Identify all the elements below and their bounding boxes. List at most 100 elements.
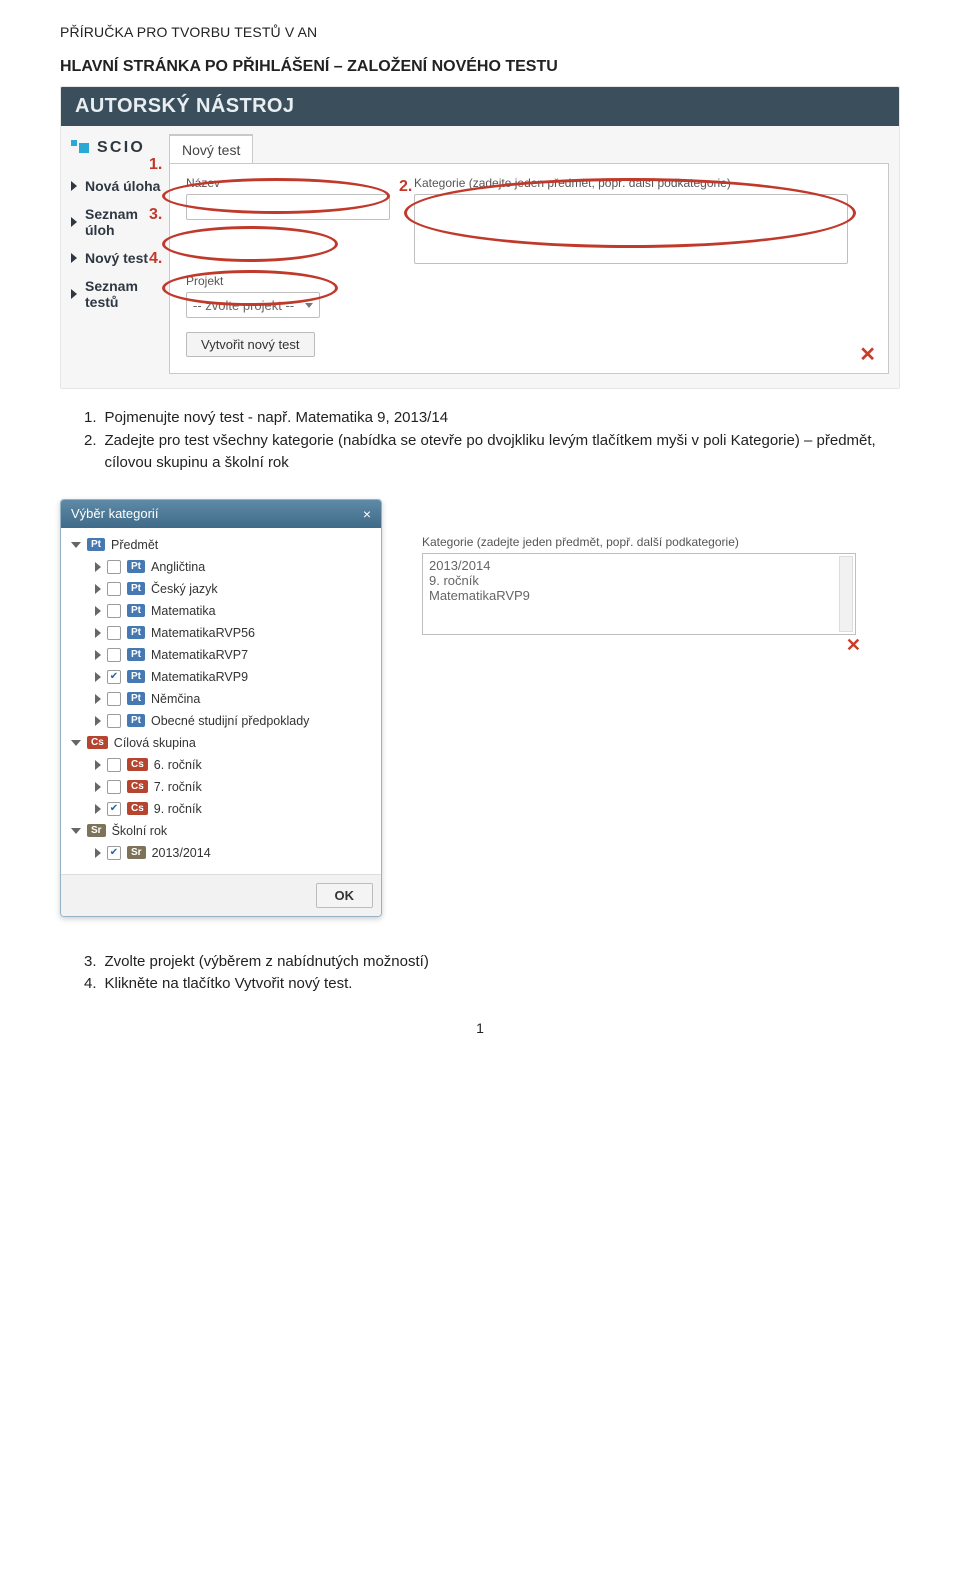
chevron-down-icon bbox=[71, 542, 81, 548]
tree-item-label: 6. ročník bbox=[154, 758, 202, 772]
tree-item[interactable]: PtČeský jazyk bbox=[67, 578, 375, 600]
category-line: 9. ročník bbox=[429, 573, 849, 588]
checkbox[interactable] bbox=[107, 692, 121, 706]
category-tag: Pt bbox=[127, 626, 145, 639]
chevron-right-icon bbox=[95, 782, 101, 792]
tree-item[interactable]: Cs 7. ročník bbox=[67, 776, 375, 798]
page-number: 1 bbox=[60, 1020, 900, 1036]
chevron-down-icon bbox=[71, 740, 81, 746]
category-tag: Cs bbox=[87, 736, 108, 749]
category-tag: Pt bbox=[127, 560, 145, 573]
tree-item-label: 9. ročník bbox=[154, 802, 202, 816]
chevron-right-icon bbox=[95, 606, 101, 616]
category-input[interactable] bbox=[414, 194, 848, 264]
category-line: MatematikaRVP9 bbox=[429, 588, 849, 603]
tree-group[interactable]: PtPředmět bbox=[67, 534, 375, 556]
category-tag: Pt bbox=[127, 648, 145, 661]
category-tag: Pt bbox=[127, 604, 145, 617]
checkbox[interactable] bbox=[107, 714, 121, 728]
tree-item[interactable]: PtMatematikaRVP7 bbox=[67, 644, 375, 666]
category-result-box[interactable]: 2013/2014 9. ročník MatematikaRVP9 ✕ bbox=[422, 553, 856, 635]
category-tag: Cs bbox=[127, 780, 148, 793]
chevron-right-icon bbox=[95, 628, 101, 638]
dialog-title: Výběr kategorií bbox=[71, 506, 158, 521]
sidebar-item-new-task[interactable]: Nová úloha bbox=[71, 172, 169, 200]
category-tag: Sr bbox=[127, 846, 146, 859]
tree-item[interactable]: Pt Angličtina bbox=[67, 556, 375, 578]
chevron-right-icon bbox=[95, 716, 101, 726]
logo-text: SCIO bbox=[97, 139, 145, 157]
callout-3: 3. bbox=[149, 206, 162, 224]
chevron-right-icon bbox=[95, 584, 101, 594]
tree-group[interactable]: SrŠkolní rok bbox=[67, 820, 375, 842]
checkbox[interactable] bbox=[107, 780, 121, 794]
category-tag: Pt bbox=[127, 692, 145, 705]
checkbox[interactable] bbox=[107, 670, 121, 684]
tree-item[interactable]: Pt MatematikaRVP56 bbox=[67, 622, 375, 644]
checkbox[interactable] bbox=[107, 626, 121, 640]
ok-button[interactable]: OK bbox=[316, 883, 374, 908]
tree-group[interactable]: Cs Cílová skupina bbox=[67, 732, 375, 754]
tree-item[interactable]: Pt Obecné studijní předpoklady bbox=[67, 710, 375, 732]
tree-item-label: Angličtina bbox=[151, 560, 205, 574]
tree-item-label: 2013/2014 bbox=[152, 846, 211, 860]
tree-item[interactable]: Sr 2013/2014 bbox=[67, 842, 375, 864]
tree-item[interactable]: PtMatematikaRVP9 bbox=[67, 666, 375, 688]
checkbox[interactable] bbox=[107, 648, 121, 662]
tree-item-label: Němčina bbox=[151, 692, 200, 706]
category-tag: Cs bbox=[127, 802, 148, 815]
tab-new-test[interactable]: Nový test bbox=[169, 134, 253, 164]
chevron-right-icon bbox=[95, 672, 101, 682]
chevron-right-icon bbox=[95, 694, 101, 704]
tree-item-label: Matematika bbox=[151, 604, 216, 618]
tree-item[interactable]: Pt Němčina bbox=[67, 688, 375, 710]
category-tag: Pt bbox=[127, 714, 145, 727]
tree-item-label: MatematikaRVP56 bbox=[151, 626, 255, 640]
tree-item-label: Obecné studijní předpoklady bbox=[151, 714, 309, 728]
label-project: Projekt bbox=[186, 274, 320, 288]
delete-icon[interactable]: ✕ bbox=[846, 635, 861, 656]
callout-4: 4. bbox=[149, 250, 162, 268]
sidebar-item-test-list[interactable]: Seznam testů bbox=[71, 272, 169, 316]
name-input[interactable] bbox=[186, 194, 390, 220]
chevron-right-icon bbox=[95, 848, 101, 858]
scrollbar[interactable] bbox=[839, 556, 853, 632]
tree-item-label: MatematikaRVP9 bbox=[151, 670, 248, 684]
instructions-1: 1.Pojmenujte nový test - např. Matematik… bbox=[84, 407, 900, 475]
project-select[interactable]: -- zvolte projekt -- bbox=[186, 292, 320, 318]
category-line: 2013/2014 bbox=[429, 558, 849, 573]
category-tag: Cs bbox=[127, 758, 148, 771]
close-icon[interactable]: × bbox=[363, 506, 371, 522]
label-category: Kategorie (zadejte jeden předmět, popř. … bbox=[414, 176, 848, 190]
tree-item[interactable]: Pt Matematika bbox=[67, 600, 375, 622]
checkbox[interactable] bbox=[107, 846, 121, 860]
project-placeholder: -- zvolte projekt -- bbox=[193, 298, 294, 313]
tree-item[interactable]: Cs 6. ročník bbox=[67, 754, 375, 776]
checkbox[interactable] bbox=[107, 604, 121, 618]
label-category-result: Kategorie (zadejte jeden předmět, popř. … bbox=[422, 535, 856, 549]
tree-item[interactable]: Cs 9. ročník bbox=[67, 798, 375, 820]
chevron-right-icon bbox=[95, 562, 101, 572]
chevron-right-icon bbox=[95, 804, 101, 814]
create-test-button[interactable]: Vytvořit nový test bbox=[186, 332, 315, 357]
instructions-2: 3.Zvolte projekt (výběrem z nabídnutých … bbox=[84, 951, 900, 996]
category-dialog: Výběr kategorií × PtPředmětPtAngličtinaP… bbox=[60, 499, 382, 917]
tree-group-label: Školní rok bbox=[112, 824, 168, 838]
checkbox[interactable] bbox=[107, 582, 121, 596]
category-tag: Pt bbox=[127, 582, 145, 595]
checkbox[interactable] bbox=[107, 758, 121, 772]
chevron-down-icon bbox=[305, 303, 313, 308]
chevron-right-icon bbox=[95, 650, 101, 660]
app-title: AUTORSKÝ NÁSTROJ bbox=[61, 87, 899, 126]
chevron-down-icon bbox=[71, 828, 81, 834]
label-name: Název bbox=[186, 176, 390, 190]
delete-icon[interactable]: ✕ bbox=[859, 342, 876, 367]
tree-group-label: Předmět bbox=[111, 538, 158, 552]
checkbox[interactable] bbox=[107, 802, 121, 816]
tree-item-label: 7. ročník bbox=[154, 780, 202, 794]
callout-1: 1. bbox=[149, 156, 162, 174]
chevron-right-icon bbox=[95, 760, 101, 770]
screenshot-new-test: AUTORSKÝ NÁSTROJ SCIO Nová úloha Seznam … bbox=[60, 86, 900, 389]
tree-group-label: Cílová skupina bbox=[114, 736, 196, 750]
checkbox[interactable] bbox=[107, 560, 121, 574]
